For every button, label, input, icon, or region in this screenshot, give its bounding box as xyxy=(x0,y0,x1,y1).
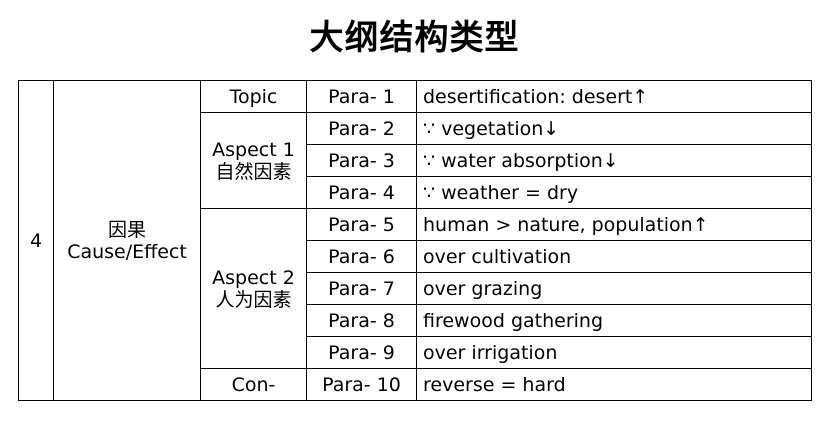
para-label: Para- 3 xyxy=(306,144,417,177)
aspect-1-zh: 自然因素 xyxy=(215,160,292,183)
para-content: human > nature, population↑ xyxy=(416,208,812,241)
structure-number: 4 xyxy=(18,80,54,401)
aspect-2-zh: 人为因素 xyxy=(215,288,292,311)
para-content: reverse = hard xyxy=(416,368,812,401)
para-content: firewood gathering xyxy=(416,304,812,337)
para-label: Para- 2 xyxy=(306,112,417,145)
section-topic: Topic xyxy=(200,80,307,113)
aspect-1-label: Aspect 1 xyxy=(212,138,295,161)
para-label: Para- 9 xyxy=(306,336,417,369)
section-aspect-1: Aspect 1 自然因素 xyxy=(200,112,307,209)
para-content: ∵ water absorption↓ xyxy=(416,144,812,177)
category-zh: 因果 xyxy=(107,218,146,241)
section-aspect-2: Aspect 2 人为因素 xyxy=(200,208,307,369)
para-label: Para- 5 xyxy=(306,208,417,241)
para-content: desertification: desert↑ xyxy=(416,80,812,113)
para-label: Para- 8 xyxy=(306,304,417,337)
para-content: ∵ weather = dry xyxy=(416,176,812,209)
para-label: Para- 1 xyxy=(306,80,417,113)
para-label: Para- 6 xyxy=(306,240,417,273)
para-label: Para- 4 xyxy=(306,176,417,209)
para-content: ∵ vegetation↓ xyxy=(416,112,812,145)
structure-category: 因果 Cause/Effect xyxy=(53,80,201,401)
para-label: Para- 10 xyxy=(306,368,417,401)
para-content: over grazing xyxy=(416,272,812,305)
category-en: Cause/Effect xyxy=(67,240,187,263)
outline-table: 4 因果 Cause/Effect Topic Para- 1 desertif… xyxy=(18,80,812,401)
page-title: 大纲结构类型 xyxy=(309,18,520,58)
section-conclusion: Con- xyxy=(200,368,307,401)
aspect-2-label: Aspect 2 xyxy=(212,266,295,289)
table-row: 4 因果 Cause/Effect Topic Para- 1 desertif… xyxy=(18,80,812,401)
para-content: over irrigation xyxy=(416,336,812,369)
para-content: over cultivation xyxy=(416,240,812,273)
para-label: Para- 7 xyxy=(306,272,417,305)
